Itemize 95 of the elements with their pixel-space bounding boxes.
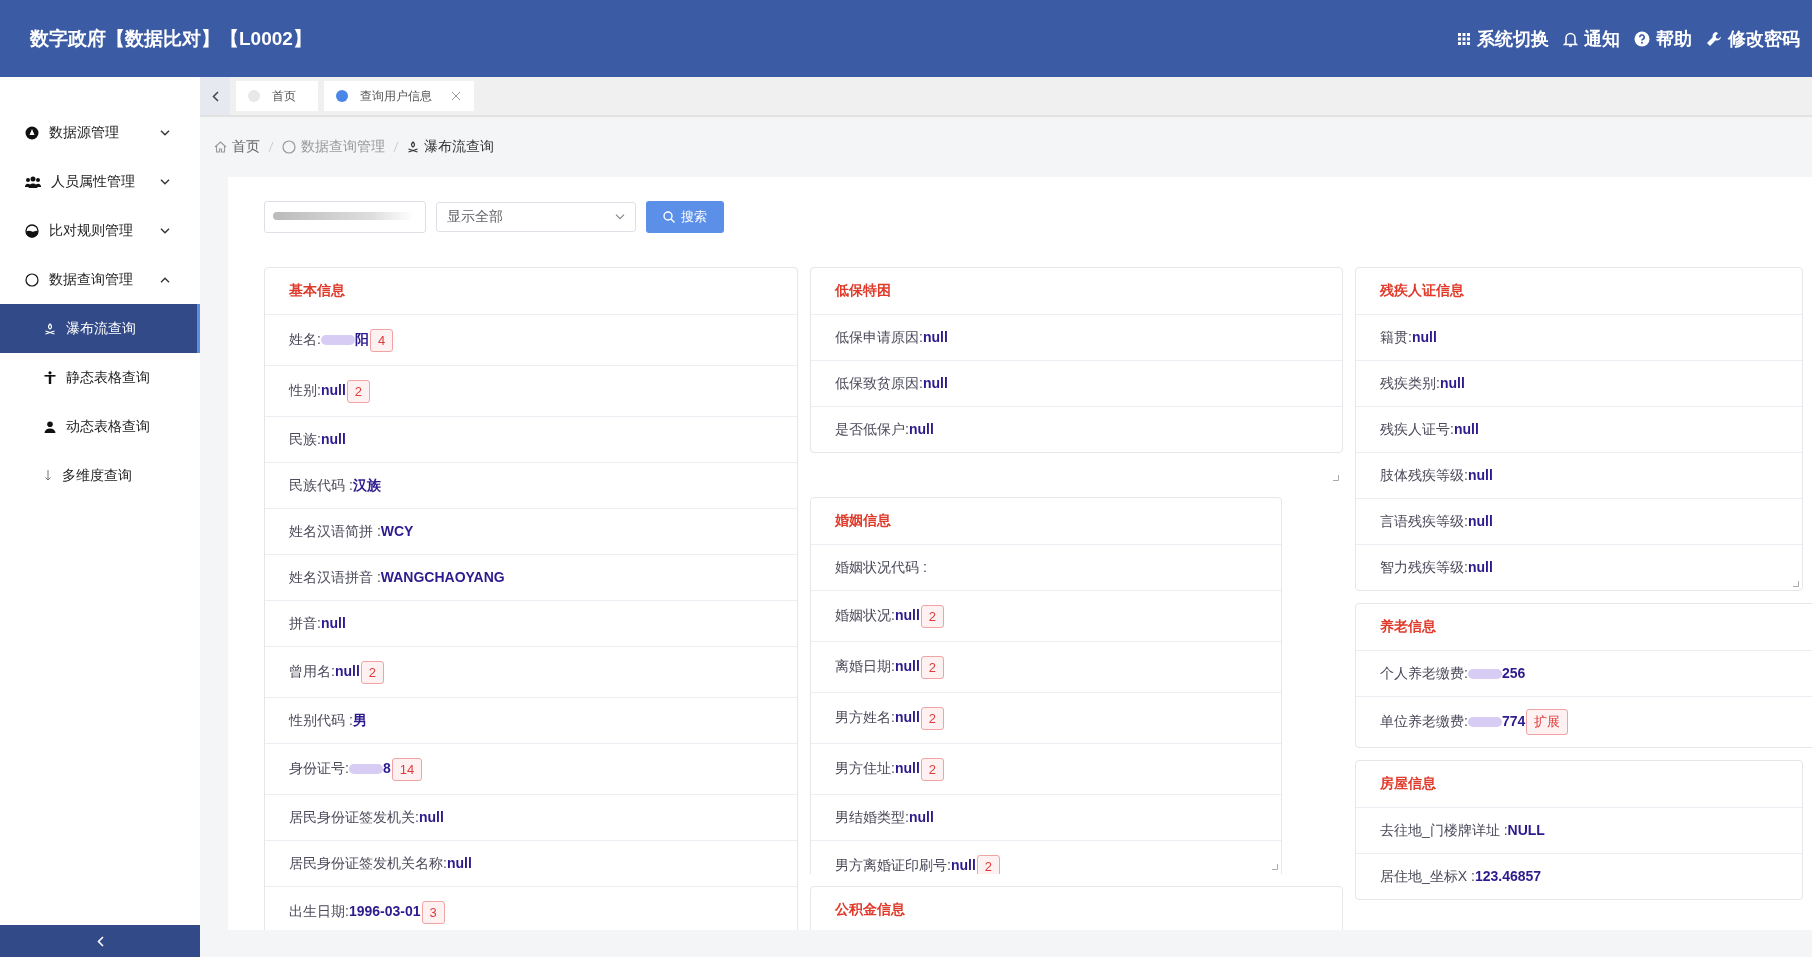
id-number-field[interactable] <box>264 201 426 233</box>
field-text: 智力残疾等级:null <box>1380 558 1493 577</box>
field-text: 男方住址:null <box>835 760 920 778</box>
field-text: 居民身份证签发机关:null <box>289 808 444 827</box>
page-tab[interactable]: 查询用户信息 <box>324 81 474 111</box>
card-title: 公积金信息 <box>835 901 905 919</box>
bonfire-icon <box>407 141 419 153</box>
menu-item[interactable]: 瀑布流查询 <box>0 304 200 353</box>
app-title: 数字政府【数据比对】【L0002】 <box>30 26 312 51</box>
close-icon[interactable] <box>452 92 460 100</box>
menu-group[interactable]: 数据查询管理 <box>0 255 200 304</box>
figure-icon <box>44 371 56 384</box>
field-text: 性别:null <box>289 382 346 400</box>
field-text: 出生日期:1996-03-01 <box>289 903 421 921</box>
person-icon <box>44 420 56 433</box>
menu-item[interactable]: 动态表格查询 <box>0 402 200 451</box>
card-title: 婚姻信息 <box>835 512 891 530</box>
field-text: 姓名汉语拼音 :WANGCHAOYANG <box>289 568 505 587</box>
home-icon <box>214 141 227 153</box>
field-text: 民族:null <box>289 430 346 449</box>
field-text: 姓名汉语简拼 :WCY <box>289 522 414 541</box>
resize-handle-icon[interactable] <box>1333 475 1339 481</box>
apps-grid-icon <box>1457 31 1471 46</box>
chevron-left-icon <box>96 935 104 947</box>
field-text: 肢体残疾等级:null <box>1380 466 1493 485</box>
group-icon <box>25 175 41 188</box>
field-text: 男方姓名:null <box>835 709 920 727</box>
field-text: 居民身份证签发机关名称:null <box>289 854 472 873</box>
field-text: 身份证号: 8 <box>289 760 391 778</box>
count-tag[interactable]: 2 <box>920 706 944 730</box>
slash-separator-icon <box>393 141 399 153</box>
field-text: 残疾类别:null <box>1380 374 1465 393</box>
menu-group[interactable]: 人员属性管理 <box>0 157 200 206</box>
card-title: 养老信息 <box>1380 618 1436 636</box>
field-text: 姓名: 阳 <box>289 331 369 349</box>
field-text: 曾用名:null <box>289 663 360 681</box>
display-filter-select[interactable]: 显示全部 <box>436 202 636 232</box>
field-text: 离婚日期:null <box>835 658 920 676</box>
card-title: 房屋信息 <box>1380 775 1436 793</box>
resize-handle-icon[interactable] <box>1272 864 1278 870</box>
field-text: 低保申请原因:null <box>835 328 948 347</box>
field-text: 籍贯:null <box>1380 328 1437 347</box>
field-text: 低保致贫原因:null <box>835 374 948 393</box>
field-text: 婚姻状况:null <box>835 607 920 625</box>
menu-group[interactable]: 数据源管理 <box>0 108 200 157</box>
count-tag[interactable]: 4 <box>369 328 394 352</box>
count-tag[interactable]: 2 <box>920 604 944 628</box>
field-text: 去往地_门楼牌详址 :NULL <box>1380 821 1545 840</box>
bell-icon <box>1563 30 1578 47</box>
count-tag[interactable]: 3 <box>421 900 445 924</box>
menu-item[interactable]: 多维度查询 <box>0 451 200 500</box>
compass-icon <box>25 125 39 140</box>
down-arrow-icon <box>44 470 52 481</box>
menu-item[interactable]: 静态表格查询 <box>0 353 200 402</box>
circle-icon <box>25 272 39 287</box>
count-tag[interactable]: 2 <box>920 757 944 781</box>
count-tag[interactable]: 14 <box>391 757 423 781</box>
chevron-left-icon <box>211 90 219 102</box>
card-title: 基本信息 <box>289 282 345 300</box>
field-text: 男结婚类型:null <box>835 808 934 827</box>
field-text: 是否低保户:null <box>835 420 934 439</box>
field-text: 拼音:null <box>289 614 346 633</box>
menu-group[interactable]: 比对规则管理 <box>0 206 200 255</box>
field-text: 民族代码 :汉族 <box>289 476 381 495</box>
header-link[interactable]: 帮助 <box>1634 26 1692 51</box>
search-icon <box>663 211 675 223</box>
field-text: 言语残疾等级:null <box>1380 512 1493 531</box>
field-text: 婚姻状况代码 : <box>835 558 927 577</box>
slash-separator-icon <box>268 141 274 153</box>
field-text: 男方离婚证印刷号:null <box>835 857 976 874</box>
field-text: 残疾人证号:null <box>1380 420 1479 439</box>
card-title: 低保特困 <box>835 282 891 300</box>
tabs-back-button[interactable] <box>200 77 230 115</box>
help-icon <box>1634 30 1650 47</box>
wrench-icon <box>1706 30 1722 47</box>
card-title: 残疾人证信息 <box>1380 282 1464 300</box>
field-text: 居住地_坐标X :123.46857 <box>1380 867 1542 886</box>
field-text: 个人养老缴费: 256 <box>1380 664 1526 683</box>
count-tag[interactable]: 2 <box>346 379 370 403</box>
breadcrumb-link[interactable]: 首页 <box>214 138 260 156</box>
count-tag[interactable]: 2 <box>360 660 384 684</box>
chevron-down-icon <box>615 214 625 220</box>
bonfire-icon <box>44 322 56 335</box>
circle-icon <box>282 140 296 154</box>
count-tag[interactable]: 2 <box>976 854 1000 874</box>
count-tag[interactable]: 扩展 <box>1526 709 1569 735</box>
page-tab[interactable]: 首页 <box>236 81 318 111</box>
field-text: 性别代码 :男 <box>289 711 367 730</box>
header-link[interactable]: 修改密码 <box>1706 26 1800 51</box>
header-link[interactable]: 通知 <box>1563 26 1620 51</box>
header-link[interactable]: 系统切换 <box>1457 26 1549 51</box>
field-text: 单位养老缴费: 774 <box>1380 713 1526 731</box>
resize-handle-icon[interactable] <box>1793 581 1799 587</box>
count-tag[interactable]: 2 <box>920 655 944 679</box>
half-circle-icon <box>25 223 39 238</box>
